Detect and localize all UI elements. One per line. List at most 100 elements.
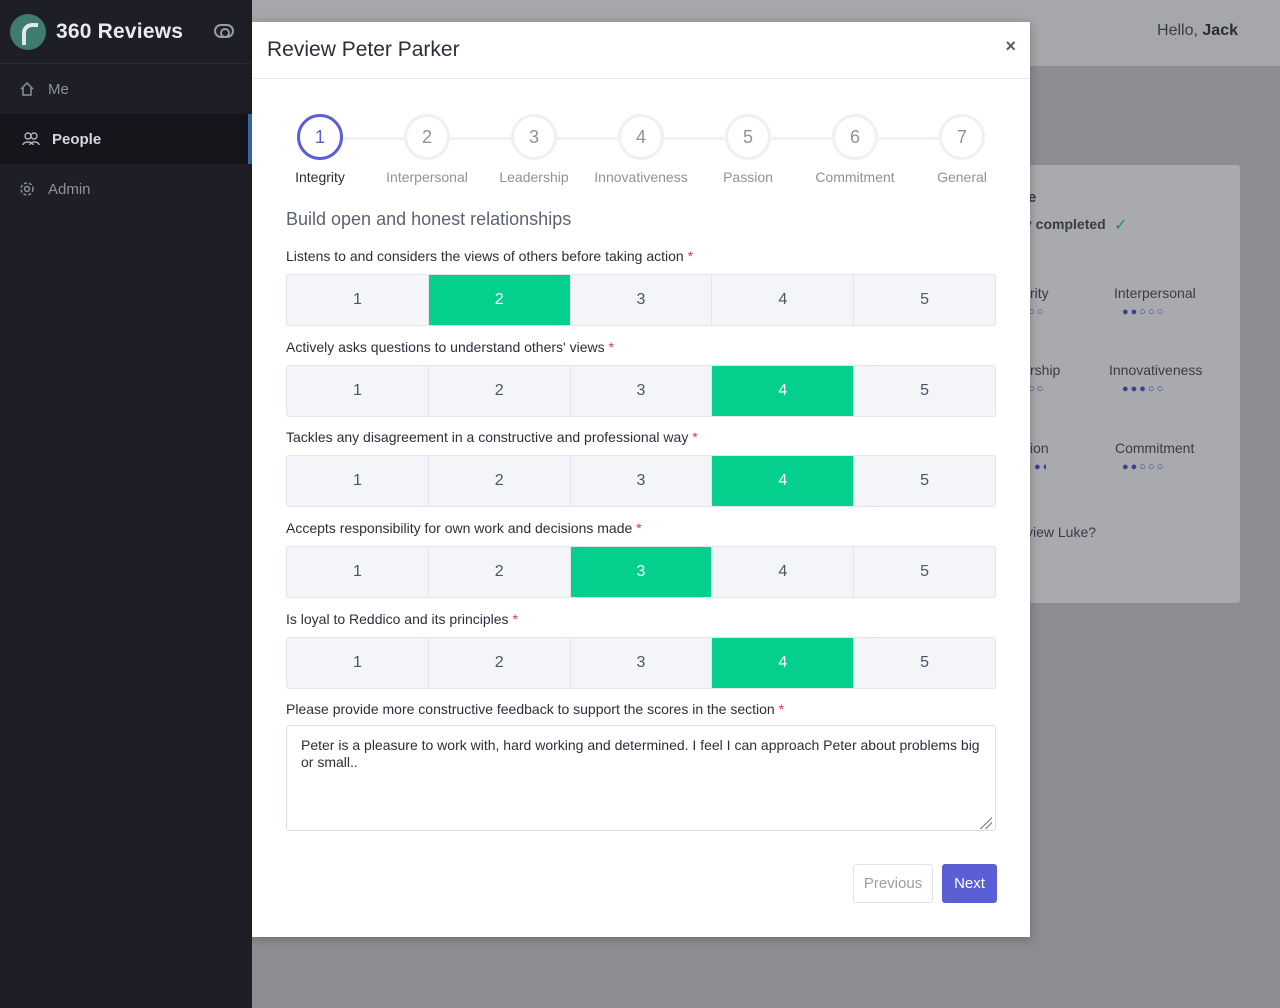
- previous-button[interactable]: Previous: [853, 864, 933, 903]
- step-innovativeness[interactable]: 4 Innovativeness: [591, 114, 691, 185]
- question-1: Actively asks questions to understand ot…: [286, 339, 996, 417]
- rating-option[interactable]: 5: [854, 456, 995, 506]
- step-number: 6: [832, 114, 878, 160]
- step-number: 3: [511, 114, 557, 160]
- sidebar-item-me[interactable]: Me: [0, 64, 252, 114]
- stepper: 1 Integrity 2 Interpersonal 3 Leadership…: [286, 114, 996, 185]
- rating-dots: ●●○○○: [1122, 306, 1166, 318]
- step-number: 2: [404, 114, 450, 160]
- step-number: 1: [297, 114, 343, 160]
- background-review-card: e v completed ✓ rity ○○ Interpersonal ●●…: [1010, 165, 1240, 603]
- category-label: Innovativeness: [1109, 362, 1203, 378]
- rating-option[interactable]: 3: [571, 638, 713, 688]
- rating-option[interactable]: 1: [287, 275, 429, 325]
- required-mark: *: [687, 248, 694, 264]
- question-label: Actively asks questions to understand ot…: [286, 339, 996, 359]
- question-4: Is loyal to Reddico and its principles *…: [286, 611, 996, 689]
- sidebar-item-admin[interactable]: Admin: [0, 164, 252, 214]
- greeting-text: Hello,: [1157, 22, 1198, 39]
- rating-option[interactable]: 1: [287, 638, 429, 688]
- step-commitment[interactable]: 6 Commitment: [805, 114, 905, 185]
- step-passion[interactable]: 5 Passion: [698, 114, 798, 185]
- rating-scale: 1 2 3 4 5: [286, 546, 996, 598]
- app-name: 360 Reviews: [56, 19, 184, 43]
- sidebar-item-label: People: [52, 130, 102, 148]
- step-number: 4: [618, 114, 664, 160]
- question-label: Is loyal to Reddico and its principles *: [286, 611, 996, 631]
- required-mark: *: [692, 429, 698, 445]
- next-button[interactable]: Next: [942, 864, 997, 903]
- rating-option[interactable]: 1: [287, 366, 429, 416]
- question-text: Tackles any disagreement in a constructi…: [286, 429, 689, 445]
- rating-option[interactable]: 3: [570, 547, 713, 597]
- rating-option[interactable]: 3: [571, 366, 713, 416]
- required-mark: *: [608, 339, 614, 355]
- question-text: Is loyal to Reddico and its principles: [286, 611, 509, 627]
- question-label: Please provide more constructive feedbac…: [286, 701, 996, 721]
- rating-option[interactable]: 5: [854, 366, 995, 416]
- step-label: Passion: [723, 169, 773, 185]
- card-status-fragment: v completed: [1024, 216, 1106, 232]
- rating-option[interactable]: 4: [712, 547, 855, 597]
- step-interpersonal[interactable]: 2 Interpersonal: [377, 114, 477, 185]
- rating-option[interactable]: 2: [429, 456, 571, 506]
- user-name[interactable]: Jack: [1202, 22, 1238, 39]
- rating-option[interactable]: 3: [571, 456, 713, 506]
- rating-option[interactable]: 5: [854, 547, 995, 597]
- step-label: Integrity: [295, 169, 345, 185]
- rating-option[interactable]: 4: [712, 456, 855, 506]
- question-0: Listens to and considers the views of ot…: [286, 248, 996, 326]
- step-label: Interpersonal: [386, 169, 468, 185]
- card-question-fragment[interactable]: view Luke?: [1026, 524, 1096, 540]
- rating-option[interactable]: 2: [428, 275, 571, 325]
- step-number: 7: [939, 114, 985, 160]
- step-general[interactable]: 7 General: [912, 114, 1012, 185]
- resize-handle-icon[interactable]: [980, 817, 992, 829]
- rating-option[interactable]: 5: [854, 638, 995, 688]
- modal-header: Review Peter Parker: [252, 22, 1030, 79]
- step-leadership[interactable]: 3 Leadership: [484, 114, 584, 185]
- required-mark: *: [778, 701, 785, 717]
- rating-dots: ○○: [1028, 383, 1046, 395]
- step-label: Leadership: [499, 169, 569, 185]
- rating-option[interactable]: 1: [287, 456, 429, 506]
- feedback-question: Please provide more constructive feedbac…: [286, 701, 996, 721]
- step-integrity[interactable]: 1 Integrity: [270, 114, 370, 185]
- close-button[interactable]: ×: [1005, 36, 1016, 57]
- rating-option[interactable]: 4: [712, 366, 855, 416]
- rating-option[interactable]: 2: [429, 547, 571, 597]
- step-number: 5: [725, 114, 771, 160]
- rating-option[interactable]: 2: [429, 638, 571, 688]
- rating-dots: ●●●○○: [1122, 383, 1166, 395]
- section-title: Build open and honest relationships: [286, 209, 572, 229]
- sidebar-item-people[interactable]: People: [0, 114, 252, 164]
- people-icon: [22, 130, 40, 148]
- rating-option[interactable]: 4: [712, 638, 855, 688]
- gear-icon: [18, 180, 36, 198]
- rating-dots: ○○: [1028, 306, 1046, 318]
- rating-option[interactable]: 3: [571, 275, 713, 325]
- rating-option[interactable]: 5: [854, 275, 995, 325]
- step-label: Commitment: [815, 169, 895, 185]
- category-label: Commitment: [1115, 440, 1195, 456]
- category-label: ion: [1030, 440, 1049, 456]
- rating-option[interactable]: 1: [287, 547, 429, 597]
- feedback-textarea[interactable]: Peter is a pleasure to work with, hard w…: [286, 725, 996, 831]
- step-label: Innovativeness: [594, 169, 688, 185]
- question-text: Accepts responsibility for own work and …: [286, 520, 633, 536]
- category-label: Interpersonal: [1114, 285, 1196, 301]
- question-text: Actively asks questions to understand ot…: [286, 339, 605, 355]
- rating-scale: 1 2 3 4 5: [286, 637, 996, 689]
- rating-option[interactable]: 4: [712, 275, 855, 325]
- question-label: Accepts responsibility for own work and …: [286, 520, 996, 540]
- review-modal: Review Peter Parker × 1 Integrity 2 Inte…: [252, 22, 1030, 937]
- modal-title: Review Peter Parker: [267, 38, 460, 61]
- question-2: Tackles any disagreement in a constructi…: [286, 429, 996, 507]
- toggle-icon[interactable]: [214, 24, 234, 38]
- rating-dots: ●●○○○: [1122, 461, 1166, 473]
- question-label: Tackles any disagreement in a constructi…: [286, 429, 996, 449]
- rating-option[interactable]: 2: [429, 366, 571, 416]
- question-3: Accepts responsibility for own work and …: [286, 520, 996, 598]
- sidebar-item-label: Admin: [48, 180, 91, 198]
- question-label: Listens to and considers the views of ot…: [286, 248, 996, 268]
